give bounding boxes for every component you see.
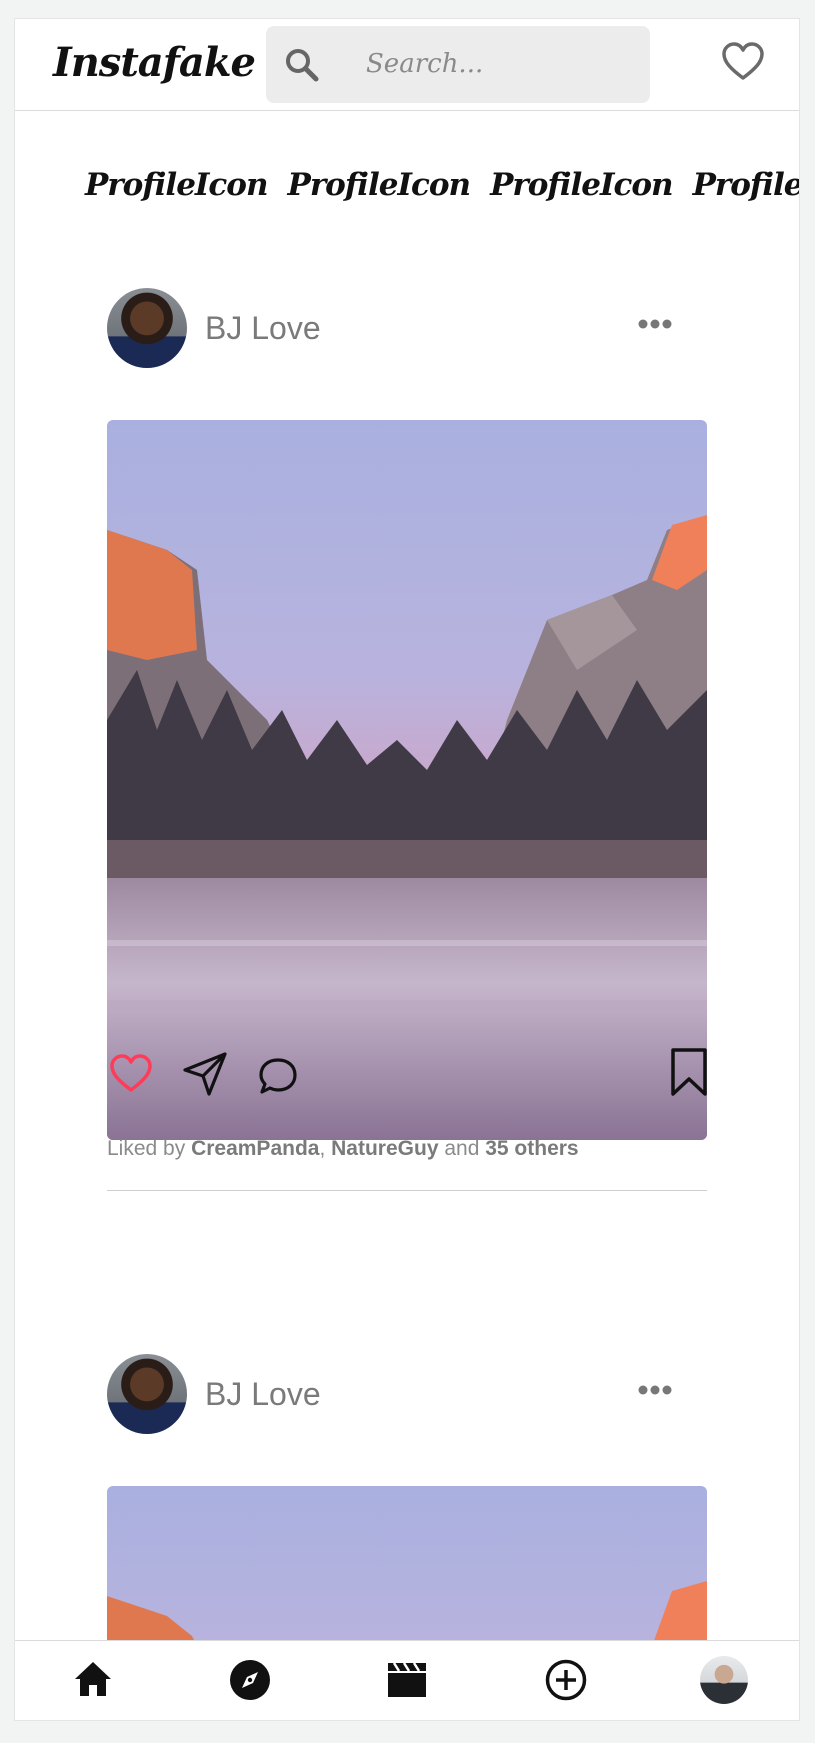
create-plus-icon[interactable] bbox=[545, 1659, 587, 1701]
others-count-link[interactable]: 35 others bbox=[485, 1137, 578, 1160]
app-frame: Instafake ProfileIcon ProfileIcon Profil… bbox=[14, 18, 800, 1721]
liked-by-label: Liked by bbox=[107, 1137, 186, 1160]
search-bar[interactable] bbox=[266, 26, 650, 103]
post-divider bbox=[107, 1190, 707, 1191]
post-image[interactable] bbox=[107, 1486, 707, 1646]
stories-row: ProfileIcon ProfileIcon ProfileIcon Prof… bbox=[85, 167, 799, 203]
author-name[interactable]: BJ Love bbox=[205, 1376, 321, 1413]
story-item[interactable]: ProfileIcon bbox=[693, 167, 799, 203]
likes-separator: , bbox=[319, 1137, 326, 1160]
story-item[interactable]: ProfileIcon bbox=[85, 167, 269, 203]
home-icon[interactable] bbox=[73, 1659, 113, 1699]
author-name[interactable]: BJ Love bbox=[205, 310, 321, 347]
likes-summary: Liked by CreamPanda, NatureGuy and 35 ot… bbox=[107, 1137, 579, 1161]
more-options-icon[interactable] bbox=[637, 1384, 673, 1396]
comment-icon[interactable] bbox=[257, 1056, 299, 1096]
heart-icon[interactable] bbox=[721, 42, 765, 82]
landscape-image bbox=[107, 1486, 707, 1646]
and-label: and bbox=[444, 1137, 480, 1160]
search-icon bbox=[286, 49, 319, 82]
post-header: BJ Love bbox=[107, 288, 707, 368]
post-card: BJ Love bbox=[107, 1354, 707, 1646]
search-input[interactable] bbox=[366, 44, 626, 84]
post-image[interactable] bbox=[107, 420, 707, 1140]
bookmark-icon[interactable] bbox=[669, 1048, 709, 1096]
post-card: BJ Love bbox=[107, 288, 707, 1193]
reels-clapper-icon[interactable] bbox=[386, 1659, 428, 1699]
more-options-icon[interactable] bbox=[637, 318, 673, 330]
liked-user-link[interactable]: NatureGuy bbox=[331, 1137, 438, 1160]
post-actions bbox=[107, 1048, 707, 1108]
explore-compass-icon[interactable] bbox=[229, 1659, 271, 1701]
story-item[interactable]: ProfileIcon bbox=[288, 167, 472, 203]
share-send-icon[interactable] bbox=[181, 1050, 229, 1098]
profile-avatar[interactable] bbox=[700, 1656, 748, 1704]
post-header: BJ Love bbox=[107, 1354, 707, 1434]
liked-user-link[interactable]: CreamPanda bbox=[191, 1137, 319, 1160]
bottom-nav bbox=[15, 1640, 799, 1720]
author-avatar[interactable] bbox=[107, 288, 187, 368]
app-logo[interactable]: Instafake bbox=[53, 39, 256, 86]
author-avatar[interactable] bbox=[107, 1354, 187, 1434]
landscape-image bbox=[107, 420, 707, 1140]
story-item[interactable]: ProfileIcon bbox=[490, 167, 674, 203]
like-heart-icon[interactable] bbox=[109, 1054, 153, 1094]
top-header: Instafake bbox=[15, 19, 799, 111]
